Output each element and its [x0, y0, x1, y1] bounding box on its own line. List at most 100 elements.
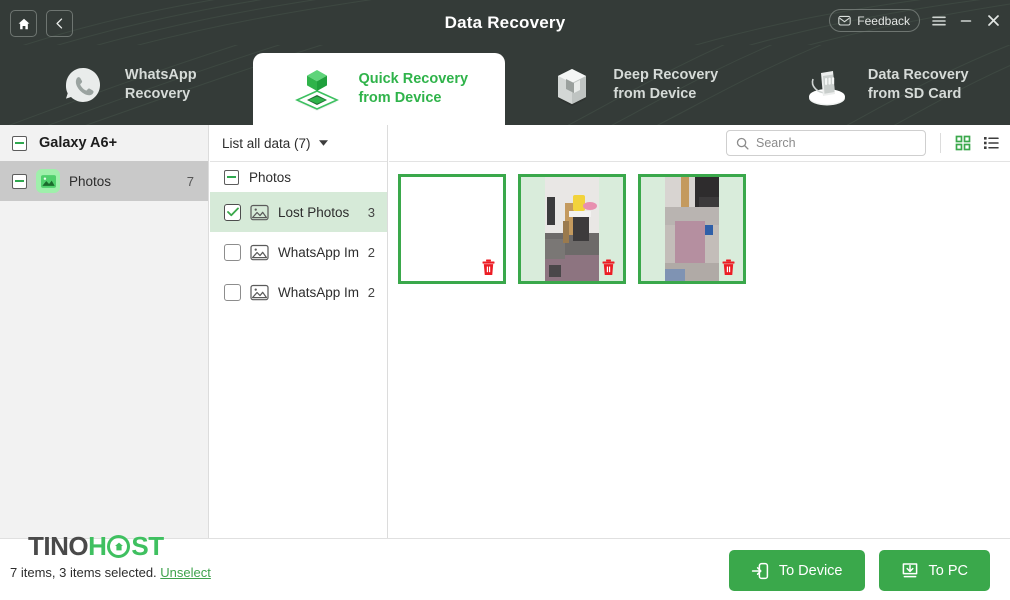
bottom-bar: TINO H ST 7 items, 3 items selected. Unse…: [0, 531, 1010, 600]
thumbnail-2[interactable]: [518, 174, 626, 284]
home-icon: [18, 18, 29, 29]
photo-preview: [665, 177, 719, 281]
category-row-whatsapp-images-2[interactable]: WhatsApp Im... 2: [210, 272, 387, 312]
to-pc-label: To PC: [928, 562, 969, 579]
menu-button[interactable]: [931, 13, 947, 29]
category-checkbox[interactable]: [224, 203, 241, 221]
collapse-toggle-icon[interactable]: [12, 173, 27, 189]
green-cube-icon: [295, 70, 340, 111]
toolbar-divider: [940, 133, 941, 153]
feedback-button[interactable]: Feedback: [829, 9, 920, 32]
list-view-icon: [984, 137, 999, 149]
data-recovery-window: Data Recovery Feedback WhatsApp Recovery…: [0, 0, 1010, 600]
hamburger-menu-icon: [932, 16, 946, 25]
thumbnail-grid: [389, 162, 1010, 284]
whatsapp-phone-icon: [65, 67, 100, 102]
thumbnail-3[interactable]: [638, 174, 746, 284]
tab-data-recovery-from-sd-card[interactable]: Data Recovery from SD Card: [758, 45, 1010, 125]
collapse-toggle-icon[interactable]: [12, 135, 27, 151]
tab-whatsapp-recovery[interactable]: WhatsApp Recovery: [0, 45, 253, 125]
category-row-label: WhatsApp Im...: [278, 244, 359, 260]
close-button[interactable]: [985, 13, 1001, 29]
category-row-count: 3: [367, 204, 375, 220]
tab-label-line2: Recovery: [124, 86, 191, 102]
thumbnail-1[interactable]: [398, 174, 506, 284]
caret-down-icon: [318, 140, 328, 146]
title-bar: Data Recovery Feedback: [0, 0, 1010, 45]
search-input[interactable]: [756, 136, 906, 150]
grid-view-button[interactable]: [953, 133, 973, 153]
category-row-whatsapp-images-1[interactable]: WhatsApp Im... 2: [210, 232, 387, 272]
category-row-label: Lost Photos: [278, 204, 350, 220]
tab-label-line1: Data Recovery: [867, 67, 969, 83]
category-row-label: WhatsApp Im...: [278, 284, 359, 300]
back-button[interactable]: [46, 10, 73, 37]
tab-label-line1: Quick Recovery: [358, 71, 469, 87]
envelope-icon: [838, 15, 852, 26]
tab-label: WhatsApp Recovery: [125, 66, 197, 104]
device-sidebar: Galaxy A6+ Photos 7: [0, 125, 209, 538]
minimize-button[interactable]: [958, 13, 974, 29]
tab-deep-recovery-from-device[interactable]: Deep Recovery from Device: [505, 45, 758, 125]
category-checkbox[interactable]: [224, 243, 241, 261]
to-device-button[interactable]: To Device: [728, 550, 865, 591]
category-row-count: 2: [367, 244, 375, 260]
tab-label-line2: from SD Card: [867, 86, 962, 102]
logo-circle-icon: [107, 535, 131, 558]
category-group-label: Photos: [249, 169, 292, 185]
grid-view-icon: [955, 135, 971, 151]
device-node-galaxy-a6-plus[interactable]: Galaxy A6+: [0, 125, 208, 161]
export-to-device-icon: [751, 562, 768, 579]
close-icon: [987, 15, 999, 26]
download-to-pc-icon: [902, 562, 917, 577]
logo-text-h: H: [88, 531, 107, 561]
photo-preview: [545, 177, 599, 281]
logo-text-st: ST: [131, 531, 164, 561]
trash-icon[interactable]: [481, 259, 496, 276]
selection-status: 7 items, 3 items selected. Unselect: [10, 565, 211, 580]
collapse-toggle-icon[interactable]: [224, 169, 239, 185]
trash-icon[interactable]: [721, 259, 736, 276]
chevron-left-icon: [56, 18, 63, 29]
to-pc-button[interactable]: To PC: [878, 550, 990, 591]
image-file-icon: [250, 244, 269, 260]
photos-icon: [36, 169, 60, 193]
unselect-link[interactable]: Unselect: [160, 565, 211, 580]
selection-status-text: 7 items, 3 items selected.: [10, 565, 157, 580]
category-checkbox[interactable]: [224, 283, 241, 301]
category-row-lost-photos[interactable]: Lost Photos 3: [210, 192, 387, 232]
device-name: Galaxy A6+: [39, 135, 118, 151]
content-toolbar: [389, 125, 1010, 162]
trash-icon[interactable]: [601, 259, 616, 276]
category-pane: List all data (7) Photos Lost Photos 3 W…: [210, 125, 388, 538]
sd-card-icon: [808, 71, 845, 106]
category-group-photos[interactable]: Photos: [210, 162, 387, 192]
minimize-icon: [960, 19, 972, 22]
feedback-label: Feedback: [857, 13, 910, 28]
home-button[interactable]: [10, 10, 37, 37]
image-file-icon: [250, 284, 269, 300]
logo-text-tino: TINO: [28, 531, 89, 561]
mode-tab-bar: WhatsApp Recovery Quick Recovery from De…: [0, 45, 1010, 125]
tab-label-line1: Deep Recovery: [613, 67, 719, 83]
tab-label: Deep Recovery from Device: [613, 66, 718, 104]
search-box[interactable]: [726, 130, 926, 156]
search-icon: [736, 137, 749, 150]
sidebar-item-count: 7: [186, 173, 194, 189]
sidebar-item-photos[interactable]: Photos 7: [0, 161, 208, 201]
tinohost-watermark-logo: TINO H ST: [28, 531, 164, 562]
image-file-icon: [250, 204, 269, 220]
tab-label-line2: from Device: [613, 86, 697, 102]
list-view-button[interactable]: [981, 133, 1001, 153]
tab-label-line1: WhatsApp: [124, 67, 197, 83]
list-all-data-label: List all data (7): [222, 135, 311, 151]
tab-quick-recovery-from-device[interactable]: Quick Recovery from Device: [252, 53, 505, 125]
grey-cube-icon: [558, 69, 587, 106]
content-area: [389, 125, 1010, 538]
to-device-label: To Device: [778, 562, 843, 579]
category-row-count: 2: [367, 284, 375, 300]
list-all-data-dropdown[interactable]: List all data (7): [210, 125, 387, 162]
sidebar-item-label: Photos: [69, 173, 112, 189]
action-buttons: To Device To PC: [728, 550, 990, 591]
tab-label-line2: from Device: [358, 90, 442, 106]
